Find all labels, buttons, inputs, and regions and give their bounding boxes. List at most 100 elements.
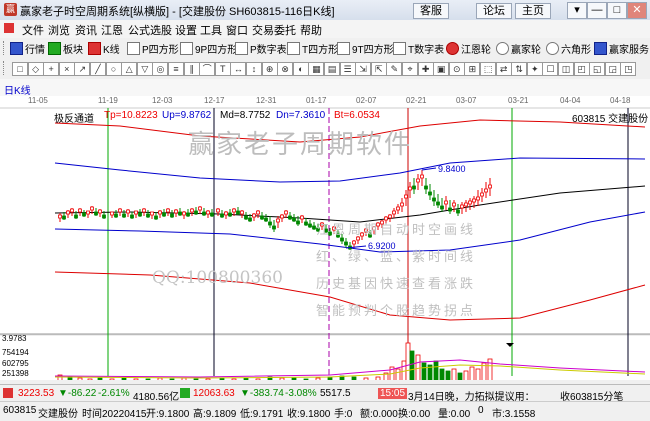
info-market-cap: 市:3.1558 xyxy=(492,409,536,420)
drawing-tool-7-icon[interactable]: ○ xyxy=(105,62,122,76)
kline-button[interactable]: K线 xyxy=(88,41,120,56)
drawing-tool-28-icon[interactable]: ▣ xyxy=(433,62,450,76)
maximize-icon[interactable]: □ xyxy=(607,2,627,19)
winner-service-button[interactable]: 赢家服务 xyxy=(594,41,649,56)
drawing-tool-38-icon[interactable]: ◱ xyxy=(589,62,606,76)
drawing-tool-34-icon[interactable]: ✦ xyxy=(526,62,543,76)
drawing-tool-30-icon[interactable]: ⊞ xyxy=(464,62,481,76)
date-tick: 04-04 xyxy=(560,96,581,105)
date-tick: 11-19 xyxy=(98,96,118,105)
drawing-tool-27-icon[interactable]: ✚ xyxy=(417,62,434,76)
menu-browse[interactable]: 浏览 xyxy=(48,22,70,38)
app-menu-icon[interactable] xyxy=(4,23,14,33)
menu-help[interactable]: 帮助 xyxy=(300,22,322,38)
candle-body xyxy=(202,211,206,216)
drawing-tool-33-icon[interactable]: ⇅ xyxy=(511,62,528,76)
minimize-icon[interactable]: — xyxy=(587,2,607,19)
t-number-table-label: T数字表 xyxy=(408,45,445,56)
drawing-tool-35-icon[interactable]: ☐ xyxy=(542,62,559,76)
sector-button[interactable]: 板块 xyxy=(48,41,83,56)
menu-info[interactable]: 资讯 xyxy=(75,22,97,38)
drawing-tool-37-icon[interactable]: ◰ xyxy=(573,62,590,76)
drawing-tool-39-icon[interactable]: ◲ xyxy=(604,62,621,76)
forum-button[interactable]: 论坛 xyxy=(476,3,512,19)
drawing-tool-9-icon[interactable]: ▽ xyxy=(136,62,153,76)
menu-settings[interactable]: 设置 xyxy=(175,22,197,38)
t-square-button[interactable]: T四方形 xyxy=(287,41,338,56)
candle-body xyxy=(400,202,404,207)
volume-axis-1: 754194 xyxy=(2,348,29,357)
drawing-tool-22-icon[interactable]: ☰ xyxy=(339,62,356,76)
drawing-tool-36-icon[interactable]: ◫ xyxy=(558,62,574,76)
t-number-table-button[interactable]: T数字表 xyxy=(393,41,444,56)
high-price-label: 9.8400 xyxy=(438,164,466,174)
menu-file[interactable]: 文件 xyxy=(22,22,44,38)
quotes-button[interactable]: 行情 xyxy=(10,41,45,56)
customer-service-button[interactable]: 客服 xyxy=(413,3,449,19)
drawing-tool-5-icon[interactable]: ↗ xyxy=(74,62,91,76)
volume-bar xyxy=(409,350,415,382)
hexagon-button[interactable]: 六角形 xyxy=(546,41,591,56)
drawing-tool-25-icon[interactable]: ✎ xyxy=(386,62,403,76)
drawing-tool-4-icon[interactable]: × xyxy=(58,62,75,76)
9p-square-button[interactable]: 9P四方形 xyxy=(180,41,237,56)
drawing-tool-32-icon[interactable]: ⇄ xyxy=(495,62,512,76)
winner-wheel-button[interactable]: 赢家轮 xyxy=(496,41,541,56)
candle-body xyxy=(154,215,158,220)
candle-body xyxy=(158,210,162,215)
candle-body xyxy=(94,211,98,216)
drawing-tool-29-icon[interactable]: ⊙ xyxy=(448,62,465,76)
drawing-tool-3-icon[interactable]: + xyxy=(43,62,60,76)
9t-square-button[interactable]: 9T四方形 xyxy=(337,41,394,56)
candle-body xyxy=(166,208,170,213)
homepage-button[interactable]: 主页 xyxy=(515,3,551,19)
volume-bar xyxy=(487,358,493,382)
drawing-tool-17-icon[interactable]: ⊕ xyxy=(261,62,278,76)
gann-wheel-button[interactable]: 江恩轮 xyxy=(446,41,491,56)
drawing-tool-14-icon[interactable]: T xyxy=(214,62,231,76)
drawing-tool-26-icon[interactable]: ⌖ xyxy=(402,62,418,76)
candle-body xyxy=(440,205,444,210)
sz-index[interactable]: 12063.63 xyxy=(193,388,235,399)
menu-trade[interactable]: 交易委托 xyxy=(252,22,296,38)
9t-square-label: 9T四方形 xyxy=(352,45,394,56)
quotes-icon xyxy=(10,42,23,55)
menu-tools[interactable]: 工具 xyxy=(200,22,222,38)
drawing-tool-11-icon[interactable]: ≡ xyxy=(168,62,184,76)
volume-bar xyxy=(133,378,139,382)
drawing-tool-6-icon[interactable]: ╱ xyxy=(90,62,106,76)
period-tab[interactable]: 日K线 xyxy=(4,82,31,97)
candle-body xyxy=(70,208,74,213)
drawing-tool-15-icon[interactable]: ↔ xyxy=(230,62,247,76)
drawing-tool-1-icon[interactable]: □ xyxy=(12,62,28,76)
candle-body xyxy=(142,208,146,213)
drawing-tool-8-icon[interactable]: △ xyxy=(121,62,138,76)
menu-formula[interactable]: 公式选股 xyxy=(128,22,172,38)
sh-index[interactable]: 3223.53 xyxy=(18,388,54,399)
winner-wheel-icon xyxy=(496,42,509,55)
volume-bar xyxy=(255,378,261,382)
indicator-dn: Dn=7.3610 xyxy=(276,110,326,121)
drawing-tool-19-icon[interactable]: ◐ xyxy=(292,62,309,76)
drawing-tool-13-icon[interactable]: ⌒ xyxy=(199,62,216,76)
menu-window[interactable]: 窗口 xyxy=(226,22,248,38)
candle-body xyxy=(300,215,304,220)
drawing-tool-16-icon[interactable]: ↕ xyxy=(246,62,262,76)
drawing-tool-20-icon[interactable]: ▦ xyxy=(308,62,325,76)
gann-wheel-label: 江恩轮 xyxy=(461,45,491,56)
drawing-tool-21-icon[interactable]: ▤ xyxy=(324,62,340,76)
drawing-tool-23-icon[interactable]: ⇲ xyxy=(355,62,372,76)
drawing-tool-12-icon[interactable]: ∥ xyxy=(183,62,200,76)
drawing-tool-2-icon[interactable]: ◇ xyxy=(27,62,44,76)
p-number-table-button[interactable]: P数字表 xyxy=(235,41,287,56)
t-number-table-icon xyxy=(393,42,406,55)
close-icon[interactable]: ✕ xyxy=(627,2,647,19)
p-square-button[interactable]: P四方形 xyxy=(127,41,179,56)
drawing-tool-24-icon[interactable]: ⇱ xyxy=(370,62,387,76)
drawing-tool-10-icon[interactable]: ◎ xyxy=(152,62,169,76)
dropdown-icon[interactable]: ▾ xyxy=(567,2,587,19)
drawing-tool-31-icon[interactable]: ⬚ xyxy=(480,62,496,76)
drawing-tool-18-icon[interactable]: ⊗ xyxy=(277,62,294,76)
menu-gann[interactable]: 江恩 xyxy=(101,22,123,38)
drawing-tool-40-icon[interactable]: ◳ xyxy=(620,62,637,76)
